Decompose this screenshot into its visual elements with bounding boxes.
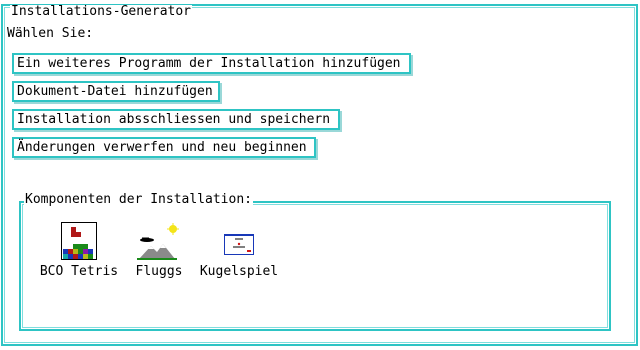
component-kugelspiel[interactable]: Kugelspiel (194, 222, 284, 279)
component-label: Kugelspiel (199, 264, 279, 279)
choose-prompt: Wählen Sie: (7, 26, 94, 41)
window-title: Installations-Generator (10, 4, 193, 19)
component-label: BCO Tetris (39, 264, 119, 279)
tetris-icon (61, 222, 97, 260)
components-title: Komponenten der Installation: (24, 192, 253, 207)
add-document-button[interactable]: Dokument-Datei hinzufügen (12, 81, 220, 102)
kugelspiel-icon (221, 222, 257, 260)
component-label: Fluggs (135, 264, 183, 279)
component-fluggs[interactable]: Fluggs (114, 222, 204, 279)
add-program-button[interactable]: Ein weiteres Programm der Installation h… (12, 53, 411, 74)
discard-restart-button[interactable]: Änderungen verwerfen und neu beginnen (12, 137, 316, 158)
finish-save-button[interactable]: Installation absschliessen und speichern (12, 109, 340, 130)
fluggs-icon (137, 222, 179, 260)
component-bco-tetris[interactable]: BCO Tetris (34, 222, 124, 279)
